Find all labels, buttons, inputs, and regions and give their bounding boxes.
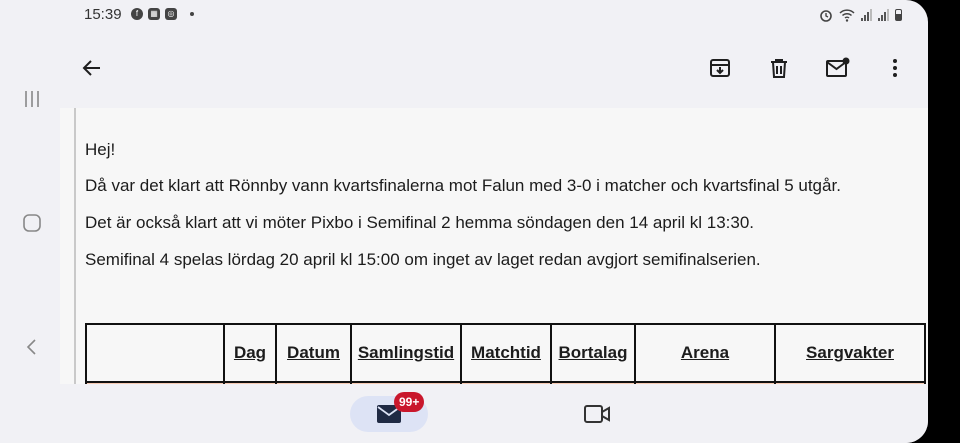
home-button[interactable] (18, 209, 46, 237)
mark-unread-icon (826, 57, 850, 77)
archive-icon (710, 59, 730, 77)
status-app-icons: f ▦ ◎ (131, 8, 194, 20)
signal-2-icon (878, 9, 889, 21)
email-paragraph: Då var det klart att Rönnby vann kvartsf… (85, 176, 841, 195)
meet-tab[interactable] (582, 400, 612, 428)
trash-icon (771, 59, 787, 78)
status-bar: 15:39 f ▦ ◎ (0, 0, 928, 30)
instagram-icon: ◎ (165, 8, 177, 20)
alarm-icon (820, 10, 832, 22)
table-header-matchtid: Matchtid (460, 323, 552, 383)
more-vert-icon (893, 59, 897, 77)
back-button[interactable] (78, 54, 106, 82)
home-icon (23, 214, 41, 232)
battery-icon (895, 9, 902, 21)
more-options-button[interactable] (881, 54, 909, 82)
mail-screen: 15:39 f ▦ ◎ Hej! Då var det klart att Rö… (0, 0, 928, 443)
recent-apps-button[interactable] (18, 85, 46, 113)
quote-divider (74, 108, 76, 384)
email-paragraph: Det är också klart att vi möter Pixbo i … (85, 213, 755, 232)
mail-toolbar (62, 40, 928, 96)
recent-apps-icon (25, 91, 39, 107)
status-time: 15:39 (84, 6, 122, 23)
table-header-blank (85, 323, 225, 383)
table-header-dag: Dag (223, 323, 277, 383)
delete-button[interactable] (765, 54, 793, 82)
table-header-row: Dag Datum Samlingstid Matchtid Bortalag … (85, 323, 926, 383)
video-camera-icon (584, 405, 610, 423)
system-back-button[interactable] (18, 333, 46, 361)
arrow-left-icon (82, 60, 100, 76)
bottom-navigation: 99+ (0, 384, 928, 443)
facebook-icon: f (131, 8, 143, 20)
wifi-icon (839, 8, 855, 22)
signal-1-icon (861, 9, 872, 21)
table-header-sargvakter: Sargvakter (774, 323, 926, 383)
email-paragraph: Semifinal 4 spelas lördag 20 april kl 15… (85, 250, 761, 269)
email-content[interactable]: Hej! Då var det klart att Rönnby vann kv… (60, 108, 928, 384)
schedule-table: Dag Datum Samlingstid Matchtid Bortalag … (85, 323, 926, 384)
mark-unread-button[interactable] (824, 54, 852, 82)
notification-dot-icon (190, 12, 194, 16)
unread-count-badge: 99+ (394, 392, 425, 412)
system-nav-rail (0, 0, 62, 443)
table-header-datum: Datum (275, 323, 352, 383)
table-header-arena: Arena (634, 323, 776, 383)
archive-button[interactable] (706, 54, 734, 82)
email-greeting: Hej! (85, 140, 116, 159)
table-header-bortalag: Bortalag (550, 323, 636, 383)
chevron-left-icon (26, 339, 36, 355)
status-right (819, 8, 902, 22)
table-header-samlingstid: Samlingstid (350, 323, 462, 383)
news-icon: ▦ (148, 8, 160, 20)
